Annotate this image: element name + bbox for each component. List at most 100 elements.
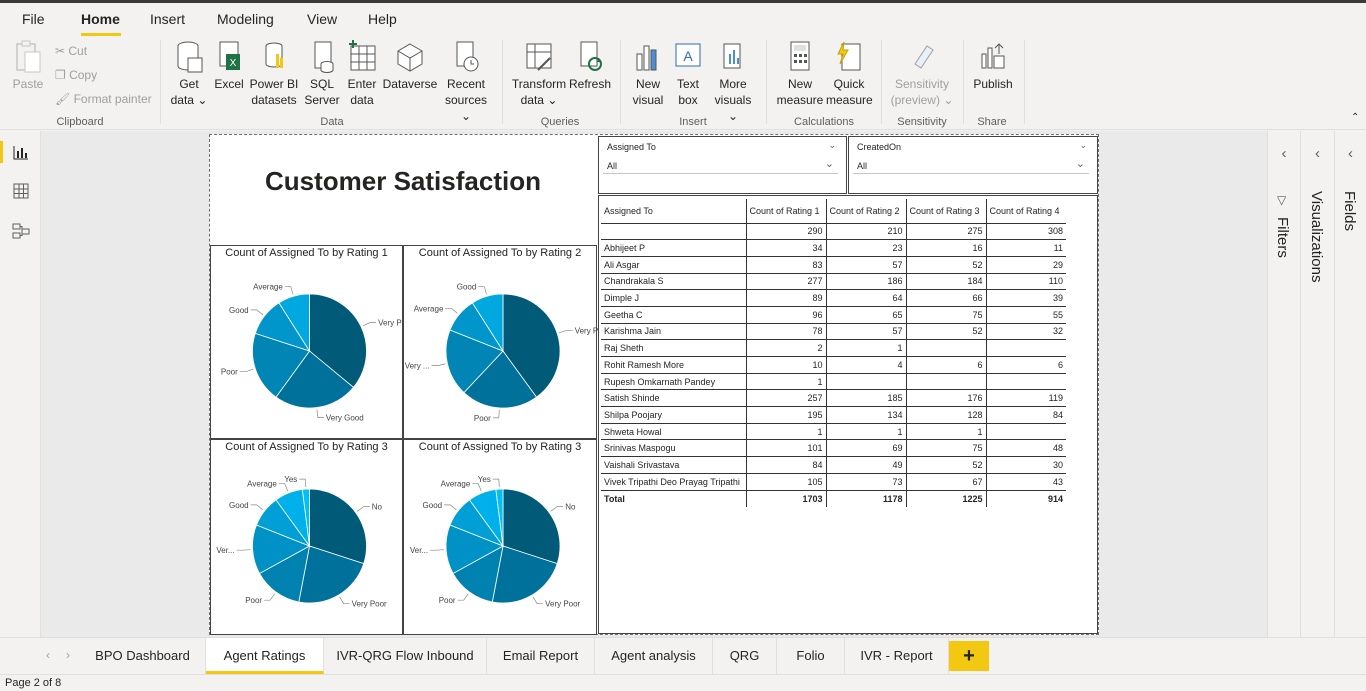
pie-chart-rating-3-duplicate[interactable]: Count of Assigned To by Rating 3 No Very … [403, 439, 597, 635]
value-cell [906, 373, 987, 391]
slicer-value[interactable]: All [607, 161, 617, 171]
menu-help[interactable]: Help [368, 11, 397, 27]
table-row[interactable]: Satish Shinde 257 185 176 119 [601, 389, 1066, 408]
dropdown-chevron-icon[interactable]: ⌄ [825, 157, 834, 170]
cut-button[interactable]: ✂ Cut [55, 44, 87, 58]
collapse-ribbon-icon[interactable]: ⌃ [1351, 112, 1359, 123]
tab-email-report[interactable]: Email Report [487, 638, 595, 674]
sql-server-button[interactable]: SQL Server [303, 40, 341, 108]
pie-slice-label: No [372, 503, 383, 512]
table-row[interactable]: Rohit Ramesh More 10 4 6 6 [601, 356, 1066, 374]
enter-data-button[interactable]: Enter data [344, 40, 380, 108]
refresh-button[interactable]: Refresh [569, 40, 611, 92]
table-row[interactable]: Srinivas Maspogu 101 69 75 48 [601, 439, 1066, 458]
tab-agent-analysis[interactable]: Agent analysis [595, 638, 713, 674]
table-row[interactable]: Dimple J 89 64 66 39 [601, 289, 1066, 307]
table-row[interactable]: 290 210 275 308 [601, 223, 1066, 241]
menu-modeling[interactable]: Modeling [217, 11, 274, 27]
new-visual-button[interactable]: New visual [628, 40, 668, 108]
column-header[interactable]: Count of Rating 2 [826, 199, 907, 224]
tab-bpo-dashboard[interactable]: BPO Dashboard [80, 638, 206, 674]
sensitivity-button[interactable]: Sensitivity (preview) ⌄ [890, 40, 954, 108]
text-box-button[interactable]: A Text box [670, 40, 706, 108]
group-separator [963, 40, 964, 124]
chevron-down-icon[interactable]: ⌄ [828, 140, 836, 151]
copy-button[interactable]: ❐ Copy [55, 68, 97, 82]
model-view-icon[interactable] [11, 221, 31, 241]
quick-measure-button[interactable]: Quick measure [826, 40, 873, 108]
value-cell: 30 [986, 456, 1066, 474]
menu-home[interactable]: Home [81, 11, 120, 27]
tab-scroll-left-icon[interactable]: ‹ [46, 648, 50, 662]
transform-label-1: Transform [511, 77, 567, 91]
ribbon: Paste ✂ Cut ❐ Copy 🖌 Format painter Clip… [0, 36, 1366, 130]
more-visuals-button[interactable]: More visuals ⌄ [708, 40, 758, 124]
format-painter-button[interactable]: 🖌 Format painter [55, 92, 152, 106]
new-measure-button[interactable]: New measure [775, 40, 825, 108]
get-data-button[interactable]: Get data ⌄ [170, 40, 208, 108]
add-page-button[interactable]: + [949, 641, 989, 671]
slicer-created-on[interactable]: CreatedOn ⌄ All ⌄ [848, 136, 1098, 194]
more-visuals-label-2: visuals [714, 93, 752, 107]
tab-qrg[interactable]: QRG [713, 638, 777, 674]
dropdown-chevron-icon[interactable]: ⌄ [1076, 157, 1085, 170]
tab-agent-ratings[interactable]: Agent Ratings [206, 638, 324, 674]
view-switcher [0, 131, 41, 637]
menu-file[interactable]: File [22, 11, 45, 27]
get-data-label-1: Get [179, 77, 199, 91]
data-view-icon[interactable] [11, 181, 31, 201]
table-row[interactable]: Ali Asgar 83 57 52 29 [601, 256, 1066, 274]
value-cell: 39 [986, 289, 1066, 307]
value-cell: 1 [826, 339, 907, 357]
column-header[interactable]: Count of Rating 3 [906, 199, 987, 224]
slicer-value[interactable]: All [857, 161, 867, 171]
menu-insert[interactable]: Insert [150, 11, 185, 27]
recent-sources-button[interactable]: Recent sources ⌄ [440, 40, 492, 124]
excel-button[interactable]: X Excel [212, 40, 246, 92]
table-row[interactable]: Abhijeet P 34 23 16 11 [601, 239, 1066, 257]
visualizations-pane[interactable]: ‹ Visualizations [1300, 131, 1334, 637]
table-row[interactable]: Shweta Howal 1 1 1 [601, 423, 1066, 441]
status-bar: Page 2 of 8 [0, 674, 1366, 691]
ratings-table-visual[interactable]: Assigned To Count of Rating 1 Count of R… [598, 195, 1098, 634]
table-row[interactable]: Vivek Tripathi Deo Prayag Tripathi 105 73 6… [601, 473, 1066, 491]
table-row[interactable]: Chandrakala S 277 186 184 110 [601, 273, 1066, 291]
fields-pane[interactable]: ‹ Fields [1334, 131, 1366, 637]
column-header[interactable]: Assigned To [601, 199, 747, 224]
powerbi-datasets-button[interactable]: Power BI datasets [249, 40, 299, 108]
column-header[interactable]: Count of Rating 1 [746, 199, 827, 224]
pie-svg: No Very Poor Poor Ver... Good Average Yes [216, 475, 387, 609]
publish-button[interactable]: Publish [970, 40, 1016, 92]
menu-view[interactable]: View [307, 11, 337, 27]
queries-group-label: Queries [540, 116, 580, 128]
table-row[interactable]: Shilpa Poojary 195 134 128 84 [601, 406, 1066, 424]
pie-chart-rating-1[interactable]: Count of Assigned To by Rating 1 Very Po… [210, 245, 404, 439]
table-row[interactable]: Geetha C 96 65 75 55 [601, 306, 1066, 324]
chevron-left-icon[interactable]: ‹ [1301, 145, 1334, 162]
chevron-left-icon[interactable]: ‹ [1335, 145, 1366, 162]
chevron-down-icon[interactable]: ⌄ [1079, 140, 1087, 151]
table-row[interactable]: Raj Sheth 2 1 [601, 339, 1066, 357]
pie-chart-rating-2[interactable]: Count of Assigned To by Rating 2 Very Po… [403, 245, 598, 439]
tab-folio[interactable]: Folio [777, 638, 845, 674]
filters-pane[interactable]: ‹ ▽ Filters [1267, 131, 1300, 637]
pie-chart-rating-3[interactable]: Count of Assigned To by Rating 3 No Very … [210, 439, 403, 635]
row-label-cell: Geetha C [601, 306, 747, 324]
pie-slice-label: Poor [474, 414, 491, 423]
transform-data-button[interactable]: Transform data ⌄ [511, 40, 567, 108]
chevron-left-icon[interactable]: ‹ [1268, 145, 1300, 162]
tab-scroll-right-icon[interactable]: › [66, 648, 70, 662]
report-view-icon[interactable] [11, 142, 31, 162]
column-header[interactable]: Count of Rating 4 [986, 199, 1066, 224]
table-row[interactable]: Karishma Jain 78 57 52 32 [601, 323, 1066, 341]
table-row[interactable]: Rupesh Omkarnath Pandey 1 [601, 373, 1066, 391]
dataverse-button[interactable]: Dataverse [382, 40, 438, 92]
table-row[interactable]: Vaishali Srivastava 84 49 52 30 [601, 456, 1066, 474]
paste-button[interactable]: Paste [10, 40, 46, 92]
slicer-assigned-to[interactable]: Assigned To ⌄ All ⌄ [598, 136, 847, 194]
pie-slice-label: Very Poor [545, 600, 580, 609]
pie-svg: No Very Poor Poor Ver... Good Average Yes [410, 475, 581, 609]
pie-leader-line [492, 478, 500, 488]
tab-ivr-report[interactable]: IVR - Report [845, 638, 949, 674]
tab-ivr-qrg-flow-inbound[interactable]: IVR-QRG Flow Inbound [324, 638, 487, 674]
